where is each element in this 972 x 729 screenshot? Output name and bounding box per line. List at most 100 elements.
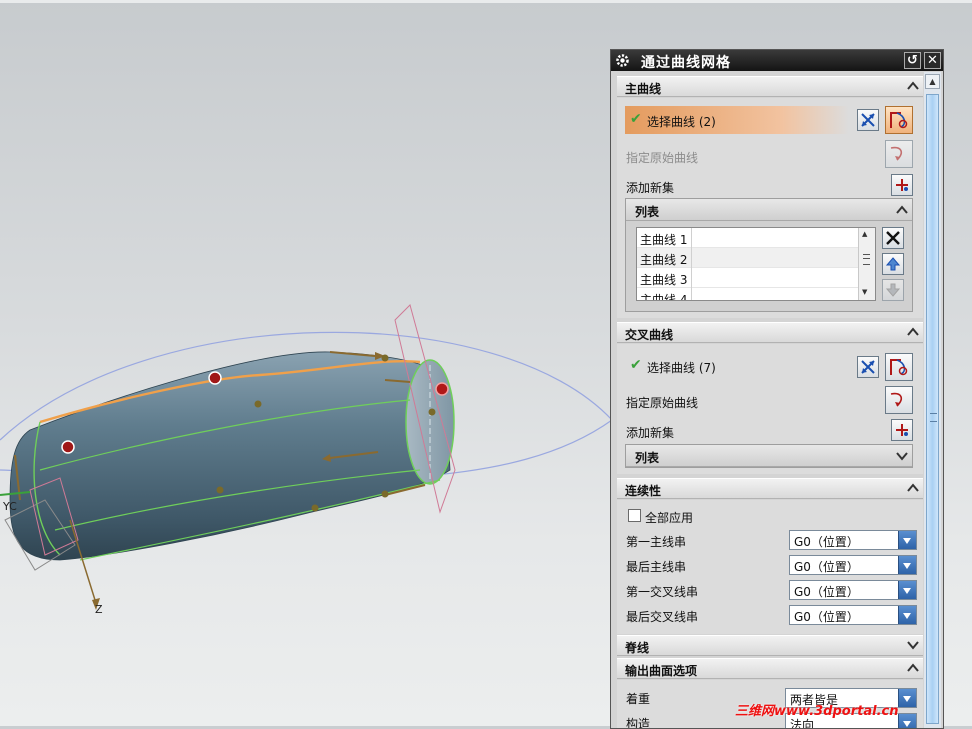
dialog-title: 通过曲线网格 xyxy=(641,55,731,71)
section-header-continuity[interactable]: 连续性 xyxy=(617,478,923,499)
select-value: G0（位置） xyxy=(794,535,859,549)
section-header-spine[interactable]: 脊线 xyxy=(617,635,923,656)
origin-curve-icon xyxy=(890,146,903,161)
specify-origin-curve-label: 指定原始曲线 xyxy=(626,151,699,165)
continuity-select[interactable]: G0（位置） xyxy=(789,605,917,625)
list-item[interactable]: 主曲线 1 xyxy=(637,228,861,248)
section-title: 交叉曲线 xyxy=(625,328,674,342)
list-item[interactable]: 主曲线 2 xyxy=(637,248,861,268)
section-body-continuity: 全部应用 第一主线串 G0（位置） 最后主线串 G0（位置） 第一交叉线串 G0… xyxy=(617,500,923,634)
dropdown-arrow-icon[interactable] xyxy=(898,581,916,599)
list-item-label: 主曲线 4 xyxy=(640,293,688,301)
cross-list-panel: 列表 xyxy=(625,444,913,468)
list-item[interactable]: 主曲线 3 xyxy=(637,268,861,288)
primary-list-panel: 列表 主曲线 1 主曲线 2 主曲线 3 主曲线 4 ▲ ▼ xyxy=(625,198,913,312)
curve-select-icon xyxy=(890,112,908,129)
list-title: 列表 xyxy=(635,451,660,465)
continuity-select[interactable]: G0（位置） xyxy=(789,530,917,550)
through-curve-mesh-dialog: 通过曲线网格 ↺ ✕ ▲ 主曲线 ✔ 选择曲线 (2) 指定原始曲线 添加新集 xyxy=(610,49,944,729)
specify-origin-curve-button[interactable] xyxy=(885,386,913,414)
section-header-primary-curves[interactable]: 主曲线 xyxy=(617,76,923,97)
add-new-set-button[interactable] xyxy=(891,419,913,441)
gear-icon[interactable] xyxy=(614,52,631,69)
watermark: 三维网www.3dportal.cn xyxy=(735,704,899,719)
construct-label: 构造 xyxy=(626,717,651,729)
section-header-cross-curves[interactable]: 交叉曲线 xyxy=(617,322,923,343)
reverse-direction-icon xyxy=(861,360,875,374)
move-down-button[interactable] xyxy=(882,279,904,301)
continuity-row-label: 最后主线串 xyxy=(626,560,687,574)
section-title: 输出曲面选项 xyxy=(625,664,698,678)
dropdown-arrow-icon[interactable] xyxy=(898,531,916,549)
list-scrollbar[interactable]: ▲ ▼ xyxy=(858,228,875,300)
reverse-direction-button[interactable] xyxy=(857,109,879,131)
add-set-icon xyxy=(896,424,908,436)
emphasis-label: 着重 xyxy=(626,692,651,706)
select-curve-label: 选择曲线 (2) xyxy=(647,115,716,129)
section-title: 连续性 xyxy=(625,484,662,498)
primary-curve-list[interactable]: 主曲线 1 主曲线 2 主曲线 3 主曲线 4 ▲ ▼ xyxy=(636,227,876,301)
specify-origin-curve-label: 指定原始曲线 xyxy=(626,396,699,410)
apply-all-checkbox[interactable] xyxy=(628,509,641,522)
reverse-direction-icon xyxy=(861,113,875,127)
dropdown-arrow-icon[interactable] xyxy=(898,556,916,574)
chevron-up-icon[interactable] xyxy=(896,204,908,216)
list-header[interactable]: 列表 xyxy=(626,445,912,467)
list-header[interactable]: 列表 xyxy=(626,199,912,221)
section-title: 主曲线 xyxy=(625,82,662,96)
specify-origin-curve-button[interactable] xyxy=(885,140,913,168)
axis-label-z: Z xyxy=(95,603,103,616)
checkmark-icon: ✔ xyxy=(630,111,642,127)
move-up-button[interactable] xyxy=(882,253,904,275)
control-point xyxy=(61,440,75,454)
add-new-set-label: 添加新集 xyxy=(626,426,675,440)
dialog-titlebar[interactable]: 通过曲线网格 ↺ ✕ xyxy=(611,50,943,71)
continuity-select[interactable]: G0（位置） xyxy=(789,555,917,575)
scroll-thumb[interactable] xyxy=(926,94,939,724)
axis-label-yc: YC xyxy=(3,500,17,513)
select-value: G0（位置） xyxy=(794,585,859,599)
continuity-row-label: 最后交叉线串 xyxy=(626,610,699,624)
close-button[interactable]: ✕ xyxy=(924,52,941,69)
checkmark-icon: ✔ xyxy=(630,357,642,373)
dropdown-arrow-icon[interactable] xyxy=(898,606,916,624)
curve-select-button[interactable] xyxy=(885,106,913,134)
dropdown-arrow-icon[interactable] xyxy=(898,689,916,707)
control-point xyxy=(435,382,449,396)
reverse-direction-button[interactable] xyxy=(857,356,879,378)
dropdown-arrow-icon[interactable] xyxy=(898,714,916,728)
continuity-select[interactable]: G0（位置） xyxy=(789,580,917,600)
scroll-up-arrow[interactable]: ▲ xyxy=(925,74,940,89)
section-body-cross-curves: ✔ 选择曲线 (7) 指定原始曲线 添加新集 列表 xyxy=(617,344,923,474)
select-curve-row[interactable]: ✔ 选择曲线 (7) xyxy=(625,352,849,380)
list-item-label: 主曲线 1 xyxy=(640,233,688,247)
chevron-up-icon[interactable] xyxy=(907,482,919,494)
curve-select-button[interactable] xyxy=(885,353,913,381)
apply-all-label: 全部应用 xyxy=(645,511,694,525)
list-title: 列表 xyxy=(635,205,660,219)
chevron-up-icon[interactable] xyxy=(907,326,919,338)
chevron-down-icon[interactable] xyxy=(907,639,919,651)
list-item-label: 主曲线 3 xyxy=(640,273,688,287)
chevron-down-icon[interactable] xyxy=(896,450,908,462)
dialog-scrollbar[interactable]: ▲ xyxy=(924,72,941,728)
section-title: 脊线 xyxy=(625,641,650,655)
chevron-up-icon[interactable] xyxy=(907,662,919,674)
reset-button[interactable]: ↺ xyxy=(904,52,921,69)
list-item[interactable]: 主曲线 4 xyxy=(637,288,861,301)
continuity-row-label: 第一主线串 xyxy=(626,535,687,549)
add-new-set-label: 添加新集 xyxy=(626,181,675,195)
select-curve-row[interactable]: ✔ 选择曲线 (2) xyxy=(625,106,849,134)
section-header-output-surface-options[interactable]: 输出曲面选项 xyxy=(617,658,923,679)
select-value: G0（位置） xyxy=(794,560,859,574)
select-value: G0（位置） xyxy=(794,610,859,624)
origin-curve-icon xyxy=(890,392,903,407)
select-curve-label: 选择曲线 (7) xyxy=(647,361,716,375)
control-point xyxy=(208,371,222,385)
curve-select-icon xyxy=(890,359,908,376)
chevron-up-icon[interactable] xyxy=(907,80,919,92)
add-new-set-button[interactable] xyxy=(891,174,913,196)
section-body-primary-curves: ✔ 选择曲线 (2) 指定原始曲线 添加新集 列表 主曲线 1 主曲线 2 主曲… xyxy=(617,98,923,318)
remove-item-button[interactable] xyxy=(882,227,904,249)
arrow-down-icon xyxy=(885,283,901,297)
